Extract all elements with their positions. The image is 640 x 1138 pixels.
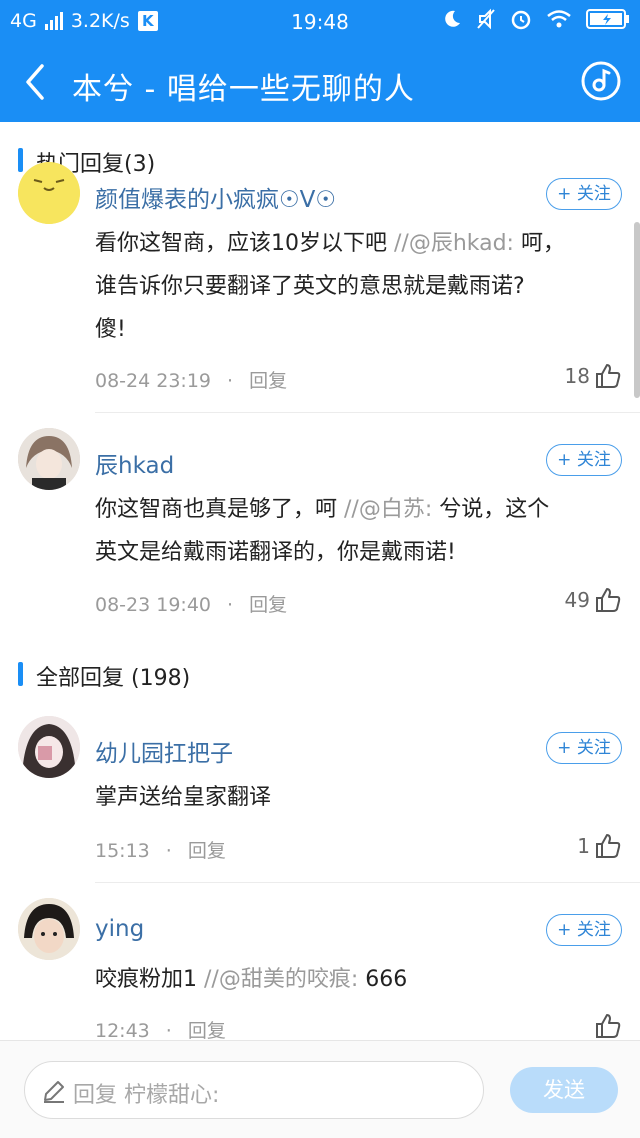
like-count: 18 bbox=[564, 364, 590, 388]
username[interactable]: 幼儿园扛把子 bbox=[95, 734, 233, 768]
like-button[interactable]: 1 bbox=[577, 832, 622, 860]
meta-dot: · bbox=[165, 1020, 172, 1040]
comment-text: 掌声送给皇家翻译 bbox=[95, 776, 615, 819]
moon-icon bbox=[445, 10, 460, 27]
comment-meta: 15:13 · 回复 bbox=[95, 836, 226, 863]
comment-meta: 08-23 19:40 · 回复 bbox=[95, 590, 287, 617]
comment-quote[interactable]: //@白苏: bbox=[337, 497, 432, 522]
reply-input[interactable]: 回复 柠檬甜心: bbox=[24, 1061, 484, 1119]
wifi-icon bbox=[547, 10, 571, 28]
reply-link[interactable]: 回复 bbox=[249, 370, 287, 392]
comment-quote[interactable]: //@甜美的咬痕: bbox=[197, 967, 358, 992]
username[interactable]: 辰hkad bbox=[95, 446, 174, 480]
comment-text: 咬痕粉加1 //@甜美的咬痕: 666 bbox=[95, 958, 615, 1001]
avatar-face-icon bbox=[18, 162, 80, 224]
follow-button[interactable]: + 关注 bbox=[546, 914, 622, 946]
avatar-portrait-icon bbox=[18, 428, 80, 490]
reply-link[interactable]: 回复 bbox=[249, 594, 287, 616]
comment-line: 傻! bbox=[95, 317, 126, 342]
like-button[interactable]: 18 bbox=[565, 362, 622, 390]
comment-date: 08-24 23:19 bbox=[95, 370, 212, 392]
comment-item: 幼儿园扛把子 + 关注 掌声送给皇家翻译 15:13 · 回复 1 bbox=[0, 708, 640, 878]
scrollbar[interactable] bbox=[634, 222, 640, 398]
comment-date: 08-23 19:40 bbox=[95, 594, 212, 616]
comment-tail: 666 bbox=[358, 967, 408, 992]
reply-link[interactable]: 回复 bbox=[188, 1020, 226, 1040]
back-arrow-icon[interactable] bbox=[18, 62, 58, 102]
section-marker bbox=[18, 662, 23, 686]
like-button[interactable] bbox=[590, 1012, 622, 1040]
reply-bar: 回复 柠檬甜心: 发送 bbox=[0, 1040, 640, 1138]
comment-line: 英文是给戴雨诺翻译的，你是戴雨诺! bbox=[95, 540, 456, 565]
comment-list[interactable]: 热门回复(3) 颜值爆表的小疯疯☉Ⅴ☉ + 关注 看你这智商，应该10岁以下吧 … bbox=[0, 122, 640, 1040]
alarm-icon bbox=[511, 10, 531, 30]
comment-date: 12:43 bbox=[95, 1020, 150, 1040]
status-right bbox=[442, 8, 630, 30]
comment-tail: 兮说，这个 bbox=[432, 497, 550, 522]
avatar-portrait-icon bbox=[18, 898, 80, 960]
avatar[interactable] bbox=[18, 716, 80, 778]
send-button[interactable]: 发送 bbox=[510, 1067, 618, 1113]
thumbs-up-icon bbox=[596, 364, 621, 388]
mute-icon bbox=[477, 8, 495, 30]
avatar-portrait-icon bbox=[18, 716, 80, 778]
avatar[interactable] bbox=[18, 428, 80, 490]
comment-main: 你这智商也真是够了，呵 bbox=[95, 497, 338, 522]
avatar[interactable] bbox=[18, 898, 80, 960]
follow-button[interactable]: + 关注 bbox=[546, 444, 622, 476]
meta-dot: · bbox=[165, 840, 172, 862]
follow-button[interactable]: + 关注 bbox=[546, 732, 622, 764]
like-button[interactable]: 49 bbox=[565, 586, 622, 614]
divider bbox=[95, 882, 640, 883]
comment-meta: 08-24 23:19 · 回复 bbox=[95, 366, 287, 393]
reply-link[interactable]: 回复 bbox=[188, 840, 226, 862]
reply-placeholder: 回复 柠檬甜心: bbox=[73, 1083, 220, 1108]
divider bbox=[95, 412, 640, 413]
comment-item: ying + 关注 咬痕粉加1 //@甜美的咬痕: 666 12:43 · 回复 bbox=[0, 888, 640, 1040]
comment-main: 咬痕粉加1 bbox=[95, 967, 197, 992]
comment-date: 15:13 bbox=[95, 840, 150, 862]
comment-text: 你这智商也真是够了，呵 //@白苏: 兮说，这个 英文是给戴雨诺翻译的，你是戴雨… bbox=[95, 488, 615, 574]
like-count: 1 bbox=[577, 834, 590, 858]
all-replies-header: 全部回复 (198) bbox=[0, 646, 640, 698]
thumbs-up-icon bbox=[596, 588, 621, 612]
meta-dot: · bbox=[227, 594, 234, 616]
like-count: 49 bbox=[564, 588, 590, 612]
all-replies-title: 全部回复 (198) bbox=[36, 666, 191, 691]
comment-item: 辰hkad + 关注 你这智商也真是够了，呵 //@白苏: 兮说，这个 英文是给… bbox=[0, 422, 640, 622]
thumbs-up-icon bbox=[596, 1014, 621, 1038]
comment-meta: 12:43 · 回复 bbox=[95, 1016, 226, 1040]
comment-text: 看你这智商，应该10岁以下吧 //@辰hkad: 呵， 谁告诉你只要翻译了英文的… bbox=[95, 222, 615, 351]
comment-main: 看你这智商，应该10岁以下吧 bbox=[95, 231, 387, 256]
follow-button[interactable]: + 关注 bbox=[546, 178, 622, 210]
battery-icon bbox=[586, 9, 629, 29]
comment-line: 掌声送给皇家翻译 bbox=[95, 785, 272, 810]
comment-line: 谁告诉你只要翻译了英文的意思就是戴雨诺? bbox=[95, 274, 525, 299]
nav-bar: 本兮 - 唱给一些无聊的人 bbox=[0, 44, 640, 122]
comment-tail: 呵， bbox=[513, 231, 565, 256]
meta-dot: · bbox=[227, 370, 234, 392]
comment-item: 颜值爆表的小疯疯☉Ⅴ☉ + 关注 看你这智商，应该10岁以下吧 //@辰hkad… bbox=[0, 162, 640, 414]
thumbs-up-icon bbox=[596, 834, 621, 858]
section-marker bbox=[18, 148, 23, 172]
music-note-icon[interactable] bbox=[580, 60, 622, 102]
username[interactable]: 颜值爆表的小疯疯☉Ⅴ☉ bbox=[95, 180, 336, 214]
comment-quote[interactable]: //@辰hkad: bbox=[387, 231, 514, 256]
username[interactable]: ying bbox=[95, 916, 144, 942]
avatar[interactable] bbox=[18, 162, 80, 224]
status-bar: 4G 3.2K/s K 19:48 bbox=[0, 0, 640, 44]
page-title: 本兮 - 唱给一些无聊的人 bbox=[72, 72, 415, 107]
pencil-icon bbox=[44, 1081, 64, 1103]
